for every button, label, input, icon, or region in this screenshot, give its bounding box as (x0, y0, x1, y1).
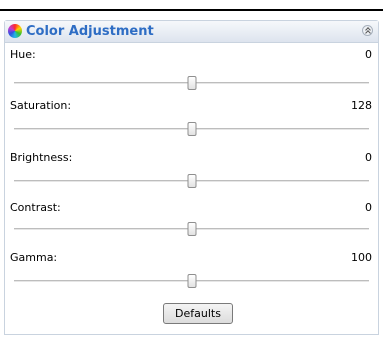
gamma-value: 100 (351, 251, 372, 264)
hue-slider-thumb[interactable] (187, 76, 196, 90)
contrast-label: Contrast: (10, 201, 61, 214)
hue-value: 0 (365, 48, 372, 61)
contrast-slider-thumb[interactable] (187, 222, 196, 236)
color-wheel-icon (8, 24, 22, 38)
saturation-value: 128 (351, 99, 372, 112)
brightness-slider[interactable] (14, 171, 369, 191)
gamma-slider[interactable] (14, 271, 369, 291)
color-adjustment-panel: Color Adjustment Hue: 0 Saturation: 128 … (4, 20, 379, 335)
hue-label: Hue: (10, 48, 36, 61)
panel-title: Color Adjustment (26, 24, 154, 39)
hue-slider[interactable] (14, 73, 369, 93)
contrast-slider[interactable] (14, 219, 369, 239)
brightness-slider-thumb[interactable] (187, 174, 196, 188)
brightness-value: 0 (365, 151, 372, 164)
brightness-label: Brightness: (10, 151, 73, 164)
contrast-value: 0 (365, 201, 372, 214)
panel-title-bar[interactable]: Color Adjustment (5, 21, 378, 43)
top-separator (0, 9, 383, 11)
gamma-slider-thumb[interactable] (187, 274, 196, 288)
collapse-icon[interactable] (362, 25, 373, 36)
saturation-slider[interactable] (14, 119, 369, 139)
saturation-slider-thumb[interactable] (187, 122, 196, 136)
saturation-label: Saturation: (10, 99, 72, 112)
gamma-label: Gamma: (10, 251, 58, 264)
defaults-button[interactable]: Defaults (163, 303, 233, 324)
